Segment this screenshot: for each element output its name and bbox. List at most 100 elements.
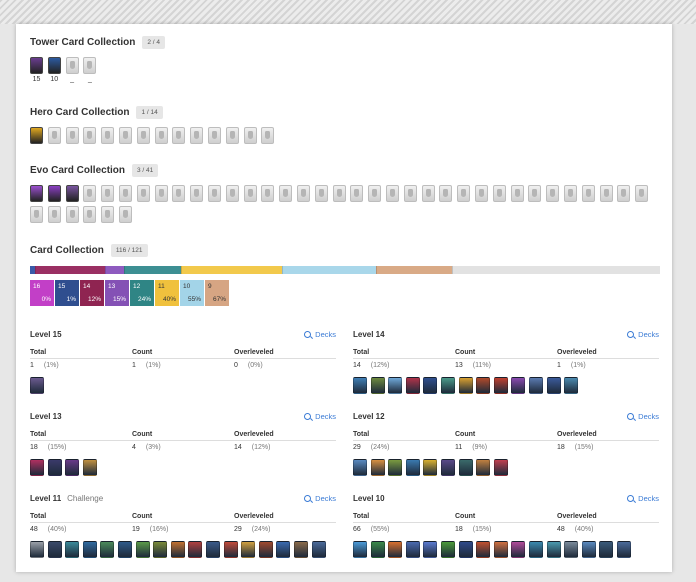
locked-card-icon[interactable] bbox=[581, 185, 595, 202]
card-icon[interactable] bbox=[564, 377, 579, 394]
locked-card-icon[interactable] bbox=[136, 127, 150, 144]
card-icon[interactable] bbox=[511, 377, 526, 394]
locked-card-icon[interactable] bbox=[172, 127, 186, 144]
card-icon[interactable] bbox=[258, 541, 273, 558]
card-icon[interactable] bbox=[405, 459, 420, 476]
card-icon[interactable] bbox=[241, 541, 256, 558]
card-icon[interactable] bbox=[205, 541, 220, 558]
locked-card-icon[interactable] bbox=[474, 185, 488, 202]
locked-card-icon[interactable] bbox=[296, 185, 310, 202]
card-icon[interactable] bbox=[405, 541, 420, 558]
level-tile[interactable]: 15 1% bbox=[55, 280, 79, 306]
card-icon[interactable] bbox=[476, 377, 491, 394]
card-icon[interactable] bbox=[528, 541, 543, 558]
card-icon[interactable] bbox=[581, 541, 596, 558]
locked-card-icon[interactable] bbox=[635, 185, 649, 202]
locked-card-icon[interactable] bbox=[207, 127, 221, 144]
card-icon[interactable] bbox=[458, 541, 473, 558]
locked-card-icon[interactable] bbox=[332, 185, 346, 202]
card-icon[interactable] bbox=[423, 459, 438, 476]
card-icon[interactable] bbox=[30, 127, 43, 144]
card-icon[interactable] bbox=[223, 541, 238, 558]
locked-card-icon[interactable] bbox=[190, 185, 204, 202]
locked-card-icon[interactable] bbox=[101, 206, 115, 223]
decks-link[interactable]: Decks bbox=[304, 412, 336, 421]
level-tile[interactable]: 9 67% bbox=[205, 280, 229, 306]
card-icon[interactable] bbox=[616, 541, 631, 558]
card-icon[interactable] bbox=[117, 541, 132, 558]
card-icon[interactable] bbox=[511, 541, 526, 558]
card-icon[interactable] bbox=[388, 459, 403, 476]
level-tile[interactable]: 16 0% bbox=[30, 280, 54, 306]
card-icon[interactable] bbox=[47, 459, 62, 476]
locked-card-icon[interactable] bbox=[190, 127, 204, 144]
card-icon[interactable] bbox=[276, 541, 291, 558]
decks-link[interactable]: Decks bbox=[627, 412, 659, 421]
locked-card-icon[interactable] bbox=[207, 185, 221, 202]
card-icon[interactable] bbox=[476, 459, 491, 476]
locked-card-icon[interactable] bbox=[385, 185, 399, 202]
card-icon[interactable] bbox=[599, 541, 614, 558]
locked-card-icon[interactable] bbox=[83, 57, 97, 74]
locked-card-icon[interactable] bbox=[599, 185, 613, 202]
card-icon[interactable] bbox=[405, 377, 420, 394]
card-icon[interactable] bbox=[47, 57, 61, 74]
card-icon[interactable] bbox=[388, 377, 403, 394]
card-icon[interactable] bbox=[30, 541, 44, 558]
locked-card-icon[interactable] bbox=[30, 206, 43, 223]
card-icon[interactable] bbox=[353, 377, 367, 394]
card-icon[interactable] bbox=[47, 185, 61, 202]
card-icon[interactable] bbox=[353, 541, 367, 558]
locked-card-icon[interactable] bbox=[563, 185, 577, 202]
locked-card-icon[interactable] bbox=[172, 185, 186, 202]
decks-link[interactable]: Decks bbox=[304, 330, 336, 339]
locked-card-icon[interactable] bbox=[368, 185, 382, 202]
locked-card-icon[interactable] bbox=[118, 206, 132, 223]
card-icon[interactable] bbox=[493, 377, 508, 394]
card-icon[interactable] bbox=[423, 541, 438, 558]
card-icon[interactable] bbox=[546, 541, 561, 558]
locked-card-icon[interactable] bbox=[47, 127, 61, 144]
level-tile[interactable]: 12 24% bbox=[130, 280, 154, 306]
card-icon[interactable] bbox=[82, 459, 97, 476]
card-icon[interactable] bbox=[388, 541, 403, 558]
locked-card-icon[interactable] bbox=[403, 185, 417, 202]
decks-link[interactable]: Decks bbox=[627, 494, 659, 503]
locked-card-icon[interactable] bbox=[154, 185, 168, 202]
card-icon[interactable] bbox=[65, 185, 79, 202]
decks-link[interactable]: Decks bbox=[304, 494, 336, 503]
card-icon[interactable] bbox=[370, 459, 385, 476]
card-icon[interactable] bbox=[564, 541, 579, 558]
locked-card-icon[interactable] bbox=[279, 185, 293, 202]
locked-card-icon[interactable] bbox=[350, 185, 364, 202]
card-icon[interactable] bbox=[82, 541, 97, 558]
locked-card-icon[interactable] bbox=[439, 185, 453, 202]
locked-card-icon[interactable] bbox=[154, 127, 168, 144]
card-icon[interactable] bbox=[458, 377, 473, 394]
locked-card-icon[interactable] bbox=[421, 185, 435, 202]
locked-card-icon[interactable] bbox=[225, 127, 239, 144]
card-icon[interactable] bbox=[440, 541, 455, 558]
locked-card-icon[interactable] bbox=[101, 185, 115, 202]
card-icon[interactable] bbox=[440, 377, 455, 394]
locked-card-icon[interactable] bbox=[225, 185, 239, 202]
card-icon[interactable] bbox=[458, 459, 473, 476]
locked-card-icon[interactable] bbox=[261, 127, 275, 144]
card-icon[interactable] bbox=[47, 541, 62, 558]
locked-card-icon[interactable] bbox=[83, 127, 97, 144]
locked-card-icon[interactable] bbox=[528, 185, 542, 202]
locked-card-icon[interactable] bbox=[243, 185, 257, 202]
locked-card-icon[interactable] bbox=[457, 185, 471, 202]
locked-card-icon[interactable] bbox=[65, 127, 79, 144]
card-icon[interactable] bbox=[153, 541, 168, 558]
locked-card-icon[interactable] bbox=[617, 185, 631, 202]
card-icon[interactable] bbox=[293, 541, 308, 558]
locked-card-icon[interactable] bbox=[101, 127, 115, 144]
card-icon[interactable] bbox=[440, 459, 455, 476]
decks-link[interactable]: Decks bbox=[627, 330, 659, 339]
card-icon[interactable] bbox=[370, 377, 385, 394]
locked-card-icon[interactable] bbox=[118, 185, 132, 202]
locked-card-icon[interactable] bbox=[118, 127, 132, 144]
level-tile[interactable]: 13 15% bbox=[105, 280, 129, 306]
card-icon[interactable] bbox=[311, 541, 326, 558]
